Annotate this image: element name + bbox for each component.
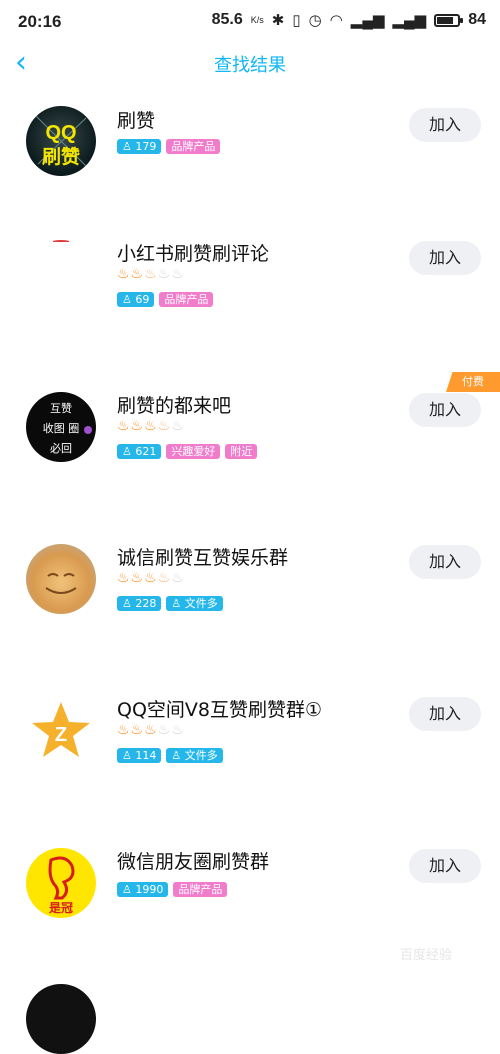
member-count: 179 (135, 140, 157, 153)
avatar-image (53, 240, 69, 242)
avatar-image: 是冠 (48, 856, 75, 915)
avatar: 互赞 收图 圈 必回 (26, 392, 96, 462)
group-name: 刷赞 (117, 110, 156, 132)
member-count: 228 (135, 597, 157, 610)
half-flame-icon: ♨ (157, 570, 172, 586)
member-count-badge: ♙ 69 (117, 292, 155, 307)
status-time: 20:16 (18, 12, 62, 31)
join-button[interactable]: 加入 (409, 241, 481, 275)
wifi-icon: ◠ (329, 12, 343, 29)
activity-flames: ♨♨♨♨♨ (117, 722, 185, 738)
page-title: 查找结果 (214, 55, 286, 76)
svg-text:刷赞: 刷赞 (42, 146, 80, 168)
group-name: 小红书刷赞刷评论 (117, 243, 270, 265)
category-tag: 附近 (225, 444, 258, 459)
flame-icon: ♨♨♨ (117, 570, 158, 586)
member-count-badge: ♙ 179 (117, 139, 162, 154)
list-item[interactable]: QQ 刷赞 刷赞 ♙ 179 品牌产品 加入 (0, 84, 500, 236)
signal-icon-2: ▂▄▆ (392, 12, 427, 29)
category-tag-label: 文件多 (184, 749, 218, 762)
tag-list: ♙ 114 ♙ 文件多 (117, 748, 223, 763)
activity-flames: ♨♨♨♨♨ (117, 418, 185, 434)
join-button[interactable]: 加入 (409, 697, 481, 731)
join-button[interactable]: 加入 (409, 545, 481, 579)
member-count-badge: ♙ 114 (117, 748, 162, 763)
status-bar: 20:16 85.6 K/s ✱ ▯ ◷ ◠ ▂▄▆ ▂▄▆ 84 (0, 0, 500, 44)
activity-flames: ♨♨♨♨♨ (117, 266, 185, 282)
tag-list: ♙ 621 兴趣爱好 附近 (117, 444, 258, 459)
half-flame-icon: ♨ (144, 266, 158, 282)
category-tag: ♙ 文件多 (166, 748, 223, 763)
member-count-badge: ♙ 1990 (117, 882, 169, 897)
cat-photo-image (45, 573, 77, 594)
flame-empty-icon: ♨♨ (157, 722, 185, 738)
group-name: 微信朋友圈刷赞群 (117, 851, 270, 873)
join-button[interactable]: 加入 (409, 849, 481, 883)
avatar: Z (26, 696, 96, 766)
join-button[interactable]: 加入 (409, 108, 481, 142)
avatar-qq-zan-image: QQ 刷赞 (35, 115, 87, 168)
svg-text:必回: 必回 (50, 442, 72, 455)
category-tag: ♙ 文件多 (166, 596, 223, 611)
flame-icon: ♨♨♨ (117, 418, 158, 434)
category-tag: 品牌产品 (159, 292, 214, 307)
activity-flames: ♨♨♨♨♨ (117, 570, 185, 586)
half-flame-icon: ♨ (157, 418, 172, 434)
flame-icon: ♨♨ (117, 266, 145, 282)
group-name: 诚信刷赞互赞娱乐群 (117, 547, 289, 569)
member-count: 1990 (135, 883, 164, 896)
paid-badge: 付费 (446, 372, 500, 392)
member-count: 69 (135, 293, 150, 306)
category-tag-label: 文件多 (184, 597, 218, 610)
list-item[interactable]: 付费 互赞 收图 圈 必回 刷赞的都来吧 ♨♨♨♨♨ ♙ 621 兴趣爱好 附近… (0, 372, 500, 540)
member-count-badge: ♙ 228 (117, 596, 162, 611)
signal-icon-1: ▂▄▆ (350, 12, 385, 29)
vibrate-icon: ▯ (292, 12, 301, 29)
flame-empty-icon: ♨ (171, 570, 185, 586)
network-speed: 85.6 (211, 11, 243, 28)
svg-text:QQ: QQ (45, 122, 76, 144)
qzone-star-icon: Z (32, 702, 90, 757)
flame-empty-icon: ♨♨ (157, 266, 185, 282)
battery-icon (434, 13, 464, 27)
alarm-icon: ◷ (308, 12, 322, 29)
status-right: 85.6 K/s ✱ ▯ ◷ ◠ ▂▄▆ ▂▄▆ 84 (212, 11, 486, 29)
member-count: 114 (135, 749, 157, 762)
battery-level: 84 (468, 11, 486, 28)
nav-header: ‹ 查找结果 (0, 44, 500, 84)
avatar (26, 240, 96, 310)
list-item[interactable]: 诚信刷赞互赞娱乐群 ♨♨♨♨♨ ♙ 228 ♙ 文件多 加入 (0, 540, 500, 692)
qzone-z-letter: Z (55, 724, 67, 746)
group-name: QQ空间V8互赞刷赞群① (117, 699, 323, 721)
member-count-badge: ♙ 621 (117, 444, 162, 459)
avatar: 是冠 (26, 848, 96, 918)
flame-empty-icon: ♨ (171, 418, 185, 434)
list-item[interactable]: Z QQ空间V8互赞刷赞群① ♨♨♨♨♨ ♙ 114 ♙ 文件多 加入 (0, 692, 500, 844)
tag-list: ♙ 69 品牌产品 (117, 292, 214, 307)
watermark: 百度经验 (400, 948, 453, 963)
speed-unit: K/s (250, 15, 264, 25)
group-name: 刷赞的都来吧 (117, 395, 232, 417)
category-tag: 品牌产品 (166, 139, 221, 154)
svg-text:互赞: 互赞 (50, 402, 72, 415)
avatar: QQ 刷赞 (26, 106, 96, 176)
category-tag: 兴趣爱好 (166, 444, 221, 459)
avatar (26, 984, 96, 1054)
flame-icon: ♨♨♨ (117, 722, 158, 738)
list-item[interactable] (0, 984, 500, 1054)
member-count: 621 (135, 445, 157, 458)
list-item[interactable]: 是冠 微信朋友圈刷赞群 ♙ 1990 品牌产品 加入 (0, 844, 500, 996)
list-item[interactable]: 小红书刷赞刷评论 ♨♨♨♨♨ ♙ 69 品牌产品 加入 (0, 236, 500, 388)
tag-list: ♙ 228 ♙ 文件多 (117, 596, 223, 611)
bluetooth-icon: ✱ (271, 12, 285, 29)
avatar (26, 544, 96, 614)
category-tag: 品牌产品 (173, 882, 228, 897)
tag-list: ♙ 179 品牌产品 (117, 139, 221, 154)
svg-text:是冠: 是冠 (48, 901, 73, 915)
avatar-image: 互赞 收图 圈 必回 (43, 402, 92, 455)
tag-list: ♙ 1990 品牌产品 (117, 882, 228, 897)
join-button[interactable]: 加入 (409, 393, 481, 427)
svg-text:收图 圈: 收图 圈 (43, 421, 80, 435)
